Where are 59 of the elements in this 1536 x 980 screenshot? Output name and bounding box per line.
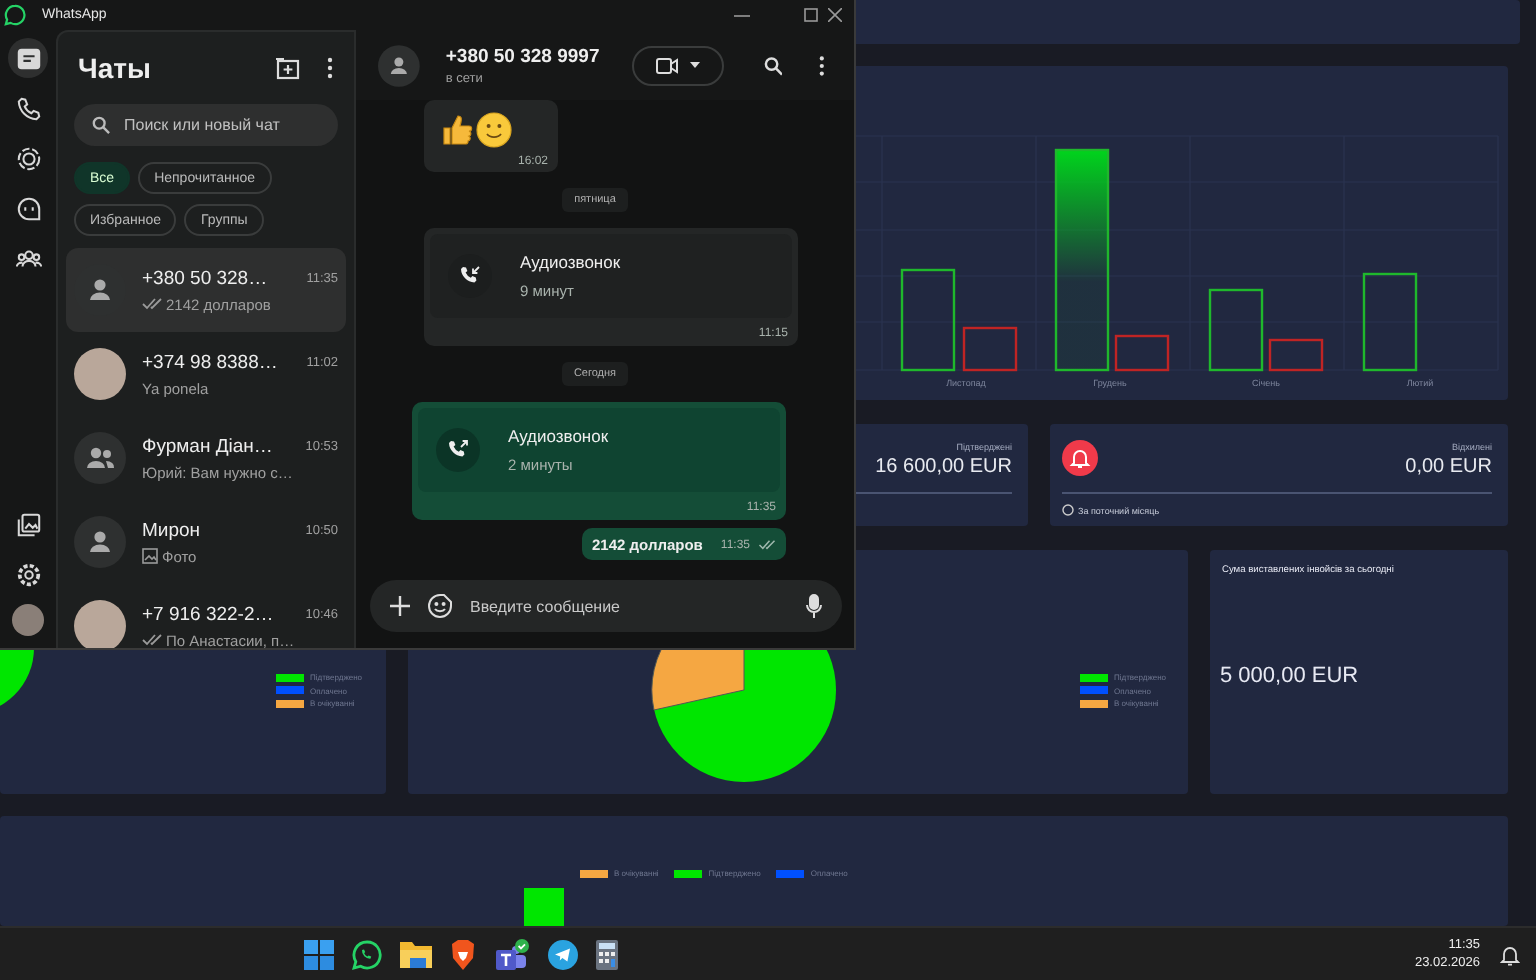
bell-icon[interactable] xyxy=(1500,943,1520,965)
call-title: Аудиозвонок xyxy=(508,426,609,446)
stat-value: 0,00 EUR xyxy=(1405,456,1492,478)
chart-bar xyxy=(524,888,564,926)
total-value: 5 000,00 EUR xyxy=(1220,664,1361,688)
windows-start-icon[interactable] xyxy=(304,939,334,969)
people-icon xyxy=(15,245,41,271)
calculator-icon[interactable] xyxy=(596,939,618,969)
profile-photo-placeholder[interactable] xyxy=(12,604,44,636)
search-field[interactable]: Поиск или новый чат xyxy=(74,104,338,146)
gallery-icon xyxy=(15,511,41,537)
teams-icon[interactable] xyxy=(494,937,530,971)
thumbs-up-icon xyxy=(440,112,474,146)
whatsapp-logo-icon xyxy=(4,4,26,26)
phone-icon xyxy=(15,95,41,121)
chats-nav-item[interactable] xyxy=(8,38,48,78)
maximize-icon[interactable] xyxy=(804,8,818,22)
contact-name: +380 50 328 9997 xyxy=(445,45,600,67)
search-icon xyxy=(92,116,110,134)
smiley-icon xyxy=(476,112,512,148)
paper-plane-icon[interactable] xyxy=(548,939,578,969)
settings-icon xyxy=(15,561,41,587)
video-call-button[interactable] xyxy=(631,45,724,85)
person-avatar-icon xyxy=(74,516,126,568)
contact-name: +374 98 8388… xyxy=(142,351,278,373)
chart-bar xyxy=(1268,338,1324,372)
chat-icon xyxy=(15,45,41,71)
panel-title: Чаты xyxy=(78,52,151,84)
microphone-icon[interactable] xyxy=(806,594,822,618)
chart-bar xyxy=(900,268,956,372)
status-ring-icon xyxy=(15,145,41,171)
search-icon[interactable] xyxy=(763,55,783,75)
group-avatar-icon xyxy=(74,432,126,484)
plus-icon[interactable] xyxy=(390,596,410,616)
whatsapp-icon[interactable] xyxy=(352,939,382,969)
chart-bar xyxy=(1114,334,1170,372)
phone-call-icon xyxy=(436,428,480,472)
avatar-photo-placeholder xyxy=(74,348,126,400)
bell-icon xyxy=(1062,440,1098,476)
avatar-photo-placeholder xyxy=(74,600,126,648)
contact-name: Мирон xyxy=(142,519,201,541)
contact-name: +380 50 328… xyxy=(142,267,268,289)
video-camera-icon xyxy=(655,57,678,73)
menu-icon[interactable] xyxy=(326,56,334,80)
contact-name: Фурман Діан… xyxy=(142,435,273,457)
person-avatar-icon[interactable] xyxy=(378,43,420,87)
chart-bar xyxy=(962,326,1018,372)
stat-value: 16 600,00 EUR xyxy=(875,456,1012,478)
folder-icon[interactable] xyxy=(400,940,432,968)
new-chat-icon[interactable] xyxy=(276,57,300,79)
lion-shield-icon[interactable] xyxy=(450,939,476,969)
contact-name: +7 916 322-2… xyxy=(142,603,274,625)
chart-bar xyxy=(1208,288,1264,372)
speech-bubble-icon xyxy=(15,195,41,221)
call-title: Аудиозвонок xyxy=(520,252,621,272)
close-icon[interactable] xyxy=(828,8,842,22)
sticker-icon[interactable] xyxy=(428,594,452,618)
chart-bar xyxy=(1362,272,1418,372)
menu-icon[interactable] xyxy=(818,53,827,77)
